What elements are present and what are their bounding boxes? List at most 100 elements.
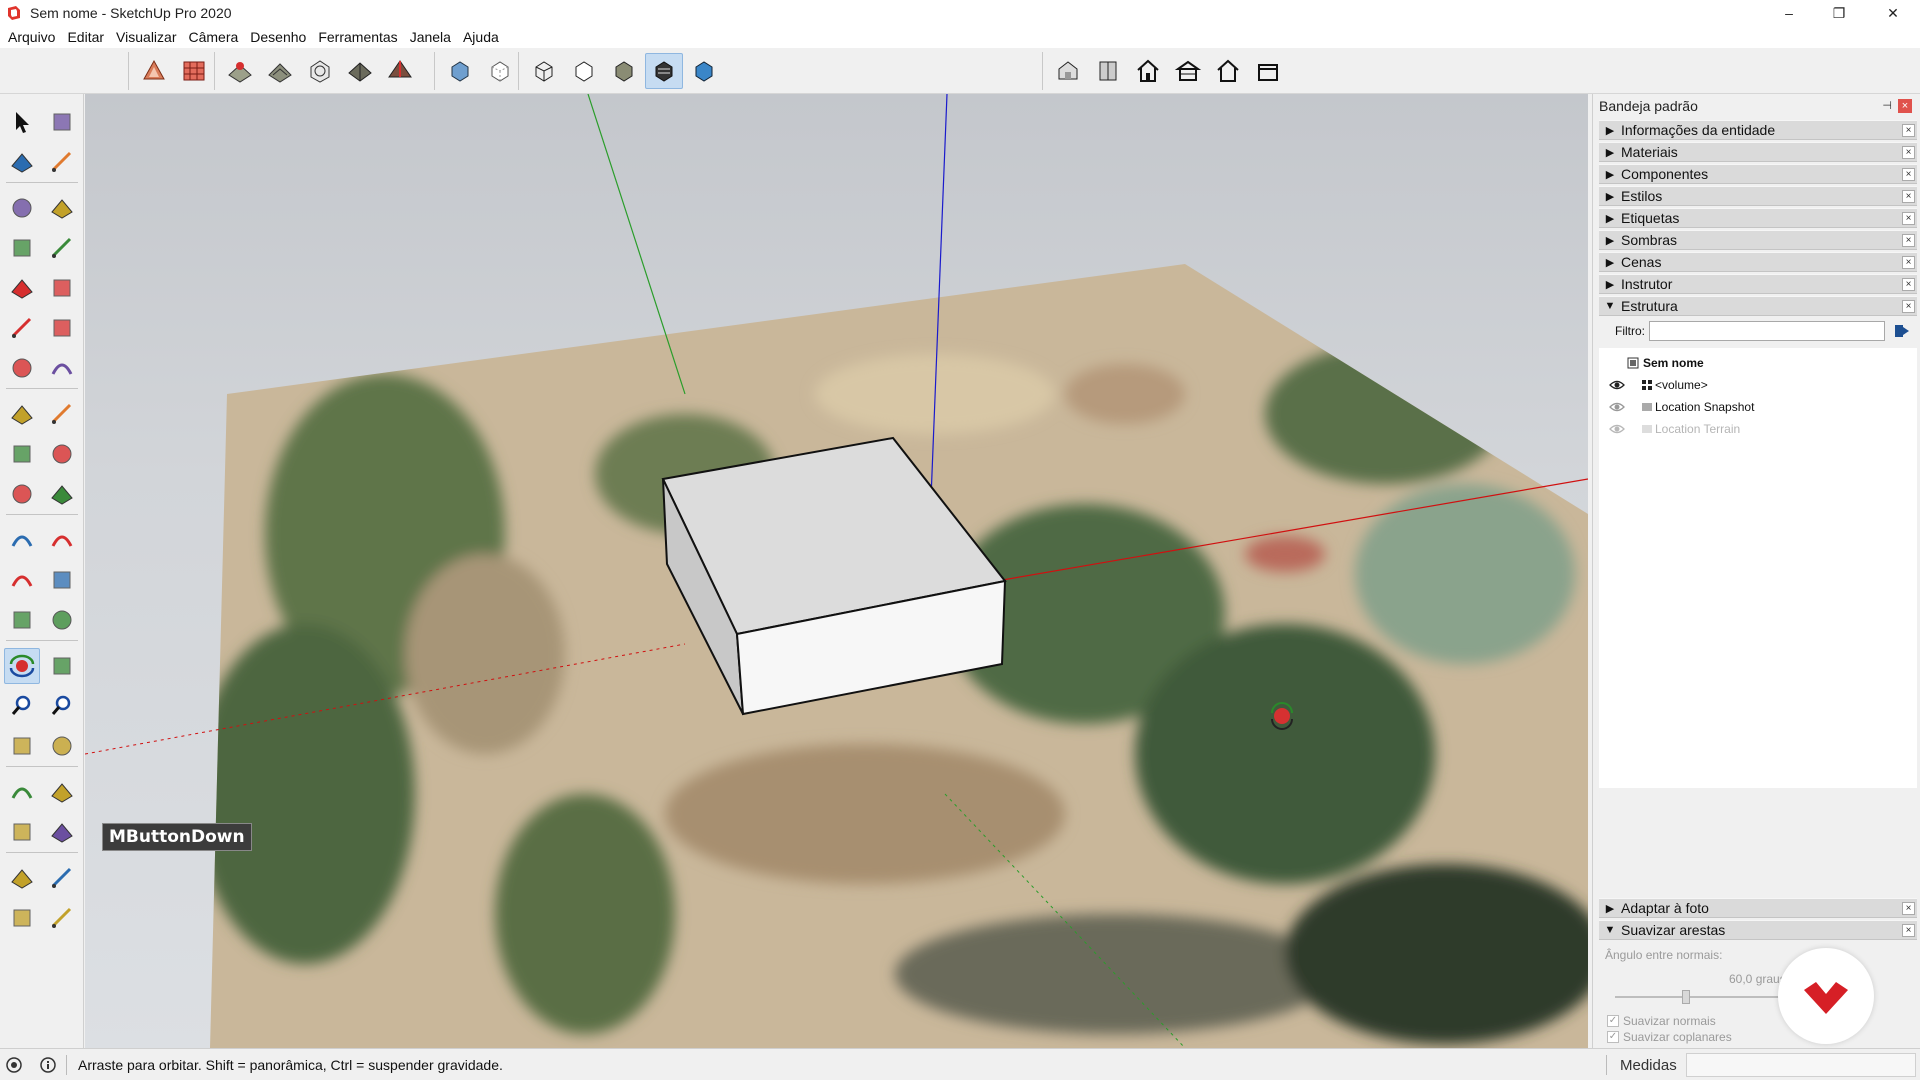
panel-header[interactable]: ▶ Cenas × — [1599, 252, 1917, 272]
soften-coplanar-row[interactable]: ✓ Suavizar coplanares — [1607, 1030, 1732, 1044]
offset-icon[interactable] — [44, 476, 80, 512]
look-around-icon[interactable] — [44, 774, 80, 810]
expand-arrow-icon[interactable]: ▶ — [1599, 212, 1621, 225]
pie-icon[interactable] — [44, 350, 80, 386]
menu-visualizar[interactable]: Visualizar — [110, 26, 182, 48]
expand-arrow-icon[interactable]: ▶ — [1599, 278, 1621, 291]
3d-viewport[interactable]: MButtonDown — [85, 94, 1588, 1048]
iso-view-icon[interactable] — [1049, 53, 1087, 89]
rectangle-icon[interactable] — [4, 230, 40, 266]
make-component-icon[interactable] — [44, 104, 80, 140]
top-view-icon[interactable] — [1089, 53, 1127, 89]
pan-icon[interactable] — [44, 648, 80, 684]
menu-janela[interactable]: Janela — [404, 26, 457, 48]
terrain-icon[interactable] — [261, 53, 299, 89]
expand-arrow-icon[interactable]: ▶ — [1599, 190, 1621, 203]
three-point-arc-icon[interactable] — [4, 350, 40, 386]
panel-close-icon[interactable]: × — [1902, 902, 1915, 915]
shaded-textures-icon[interactable] — [645, 53, 683, 89]
info-icon[interactable] — [40, 1057, 56, 1073]
dimension-icon[interactable] — [44, 522, 80, 558]
photo-texture-icon[interactable] — [301, 53, 339, 89]
previous-view-icon[interactable] — [44, 728, 80, 764]
shaded-icon[interactable] — [605, 53, 643, 89]
position-camera-icon[interactable] — [4, 774, 40, 810]
wireframe-icon[interactable] — [525, 53, 563, 89]
select-icon[interactable] — [4, 104, 40, 140]
extension-warehouse-icon[interactable] — [44, 900, 80, 936]
outliner-details-icon[interactable] — [1893, 322, 1911, 340]
zoom-extents-icon[interactable] — [4, 728, 40, 764]
panel-close-icon[interactable]: × — [1902, 234, 1915, 247]
panel-close-icon[interactable]: × — [1902, 124, 1915, 137]
send-to-layout-icon[interactable] — [4, 900, 40, 936]
back-view-icon[interactable] — [1209, 53, 1247, 89]
left-view-icon[interactable] — [1249, 53, 1287, 89]
warehouse-icon[interactable] — [135, 53, 173, 89]
panel-close-icon[interactable]: × — [1902, 924, 1915, 937]
panel-close-icon[interactable]: × — [1902, 256, 1915, 269]
menu-ferramentas[interactable]: Ferramentas — [312, 26, 403, 48]
panel-close-icon[interactable]: × — [1902, 300, 1915, 313]
paint-bucket-icon[interactable] — [4, 144, 40, 180]
arc-icon[interactable] — [4, 310, 40, 346]
panel-header[interactable]: ▶ Instrutor × — [1599, 274, 1917, 294]
collapse-arrow-icon[interactable]: ▼ — [1599, 300, 1621, 312]
freehand-icon[interactable] — [44, 190, 80, 226]
section-plane-icon[interactable] — [44, 814, 80, 850]
rotated-rectangle-icon[interactable] — [44, 230, 80, 266]
line-icon[interactable] — [4, 190, 40, 226]
extension-icon[interactable] — [175, 53, 213, 89]
menu-editar[interactable]: Editar — [61, 26, 110, 48]
share-model-icon[interactable] — [44, 860, 80, 896]
expand-arrow-icon[interactable]: ▶ — [1599, 256, 1621, 269]
close-button[interactable]: ✕ — [1870, 0, 1916, 26]
warehouse-3d-icon[interactable] — [4, 860, 40, 896]
right-view-icon[interactable] — [1169, 53, 1207, 89]
visibility-eye-icon[interactable] — [1609, 379, 1625, 391]
minimize-button[interactable]: – — [1766, 0, 1812, 26]
expand-arrow-icon[interactable]: ▶ — [1599, 902, 1621, 915]
restore-button[interactable]: ❐ — [1816, 0, 1862, 26]
panel-header[interactable]: ▶ Etiquetas × — [1599, 208, 1917, 228]
rotate-icon[interactable] — [4, 436, 40, 472]
menu-desenho[interactable]: Desenho — [244, 26, 312, 48]
move-icon[interactable] — [4, 396, 40, 432]
smooth-normals-checkbox[interactable]: ✓ — [1607, 1015, 1619, 1027]
angle-slider-handle[interactable] — [1682, 990, 1691, 1004]
filter-input[interactable] — [1649, 321, 1885, 341]
panel-header[interactable]: ▶ Adaptar à foto × — [1599, 898, 1917, 918]
menu-arquivo[interactable]: Arquivo — [2, 26, 61, 48]
outliner-root[interactable]: Sem nome — [1599, 352, 1917, 374]
scale-icon[interactable] — [4, 476, 40, 512]
panel-header[interactable]: ▶ Informações da entidade × — [1599, 120, 1917, 140]
hidden-line-icon[interactable] — [565, 53, 603, 89]
outliner-item[interactable]: Location Terrain — [1599, 418, 1917, 440]
text-icon[interactable] — [44, 562, 80, 598]
expand-arrow-icon[interactable]: ▶ — [1599, 234, 1621, 247]
expand-arrow-icon[interactable]: ▶ — [1599, 124, 1621, 137]
smooth-normals-row[interactable]: ✓ Suavizar normais — [1607, 1014, 1716, 1028]
scene-canvas[interactable] — [85, 94, 1588, 1048]
panel-close-icon[interactable]: × — [1902, 168, 1915, 181]
axes-icon[interactable] — [4, 602, 40, 638]
panel-header[interactable]: ▶ Sombras × — [1599, 230, 1917, 250]
panel-header[interactable]: ▼ Estrutura × — [1599, 296, 1917, 316]
pin-icon[interactable]: ⊣ — [1882, 99, 1892, 112]
two-point-arc-icon[interactable] — [44, 310, 80, 346]
follow-me-icon[interactable] — [44, 436, 80, 472]
back-edges-icon[interactable] — [481, 53, 519, 89]
add-location-icon[interactable] — [221, 53, 259, 89]
circle-icon[interactable] — [4, 270, 40, 306]
monochrome-icon[interactable] — [685, 53, 723, 89]
geo-model-icon[interactable] — [341, 53, 379, 89]
panel-header[interactable]: ▶ Componentes × — [1599, 164, 1917, 184]
zoom-icon[interactable] — [4, 688, 40, 724]
eraser-icon[interactable] — [44, 144, 80, 180]
outliner-item[interactable]: <volume> — [1599, 374, 1917, 396]
panel-close-icon[interactable]: × — [1902, 190, 1915, 203]
menu-ajuda[interactable]: Ajuda — [457, 26, 505, 48]
panel-close-icon[interactable]: × — [1902, 212, 1915, 225]
panel-header[interactable]: ▶ Estilos × — [1599, 186, 1917, 206]
push-pull-icon[interactable] — [44, 396, 80, 432]
